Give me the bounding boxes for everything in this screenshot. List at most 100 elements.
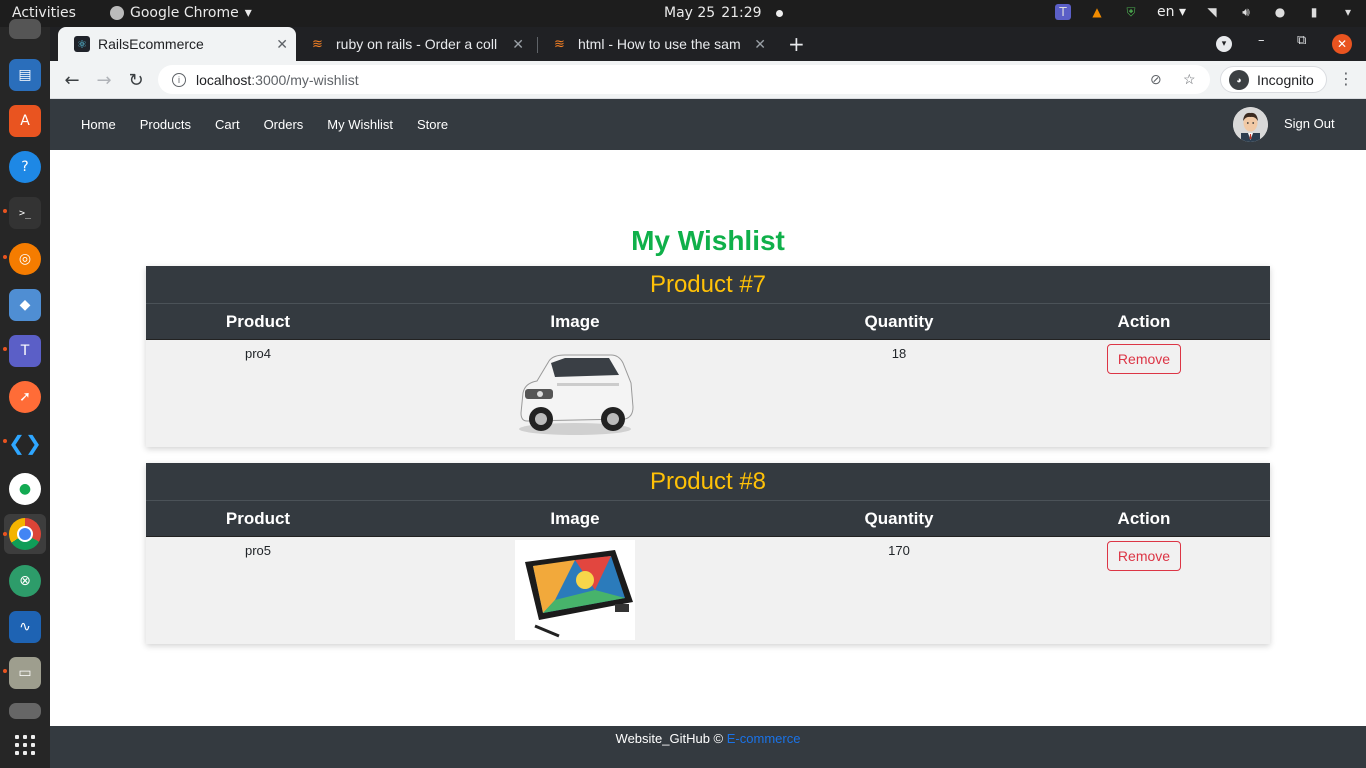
wishlist-card: Product #8 Product Image Quantity Action… [146, 463, 1270, 644]
postman-icon[interactable]: ◎ [9, 243, 41, 275]
chevron-down-icon: ▾ [244, 5, 252, 21]
reload-icon[interactable]: ↻ [124, 68, 148, 92]
maximize-icon[interactable]: ⧉ [1297, 33, 1306, 48]
dock-app-bottom-partial-icon[interactable] [9, 703, 41, 719]
vlc-tray-icon[interactable]: ▲ [1089, 4, 1105, 20]
virtualbox-icon[interactable]: ◆ [9, 289, 41, 321]
app-menu[interactable]: Google Chrome ▾ [110, 5, 252, 21]
incognito-label: Incognito [1257, 71, 1314, 88]
running-indicator [3, 255, 7, 259]
back-icon[interactable]: ← [60, 68, 84, 92]
table-row: pro5 170 Remove [146, 537, 1270, 644]
close-tab-icon[interactable]: ✕ [276, 36, 288, 53]
app-menu-label: Google Chrome [130, 5, 239, 21]
site-info-icon[interactable]: i [172, 72, 186, 87]
close-tab-icon[interactable]: ✕ [512, 36, 524, 53]
table-header: Product Image Quantity Action [146, 304, 1270, 340]
nav-my-wishlist[interactable]: My Wishlist [315, 117, 405, 132]
running-indicator [3, 209, 7, 213]
vscode-icon[interactable]: ❮❯ [8, 427, 42, 459]
sign-out-link[interactable]: Sign Out [1284, 116, 1335, 131]
footer-link[interactable]: E-commerce [727, 731, 801, 746]
chrome-menu-icon[interactable]: ⋮ [1338, 69, 1354, 88]
stackoverflow-icon: ≋ [312, 36, 323, 51]
nav-links: Home Products Cart Orders My Wishlist St… [69, 99, 460, 150]
remove-button[interactable]: Remove [1106, 541, 1182, 571]
minimize-icon[interactable]: – [1258, 33, 1265, 48]
react-icon: ⚛ [74, 36, 90, 52]
xampp-icon[interactable]: ⊗ [9, 565, 41, 597]
action-cell: Remove [1018, 340, 1270, 447]
volume-icon[interactable]: 🔊︎ [1238, 4, 1254, 20]
clock-time: 21:29 [721, 5, 762, 21]
url-host: localhost [196, 71, 252, 88]
car-image [515, 343, 635, 443]
table-header: Product Image Quantity Action [146, 501, 1270, 537]
dock-app-top-partial-icon[interactable] [9, 19, 41, 39]
action-cell: Remove [1018, 537, 1270, 644]
user-avatar[interactable] [1233, 107, 1268, 142]
wifi-icon[interactable]: ◥ [1204, 4, 1220, 20]
nav-products[interactable]: Products [128, 117, 203, 132]
incognito-icon: ◕ [1229, 69, 1249, 90]
tab-html-how-to[interactable]: ≋ html - How to use the sam ✕ [538, 27, 774, 61]
microphone-icon[interactable]: ● [1272, 4, 1288, 20]
tab-search-icon[interactable]: ▾ [1216, 36, 1232, 52]
nav-store[interactable]: Store [405, 117, 460, 132]
libreoffice-writer-icon[interactable]: ▤ [9, 59, 41, 91]
close-tab-icon[interactable]: ✕ [754, 36, 766, 53]
language-indicator[interactable]: en ▾ [1157, 4, 1186, 20]
chrome-toolbar: ← → ↻ i localhost:3000/my-wishlist ⊘ ☆ ◕… [50, 61, 1366, 99]
running-indicator [3, 439, 7, 443]
chevron-down-icon[interactable]: ▾ [1340, 4, 1356, 20]
product-heading: Product #8 [146, 463, 1270, 501]
remove-button[interactable]: Remove [1106, 344, 1182, 374]
google-chrome-icon[interactable] [9, 518, 41, 550]
help-icon[interactable]: ? [9, 151, 41, 183]
shield-tray-icon[interactable]: ⛨ [1123, 4, 1139, 20]
product-name: pro4 [244, 346, 272, 361]
nav-home[interactable]: Home [69, 117, 128, 132]
mongodb-compass-icon[interactable]: ● [9, 473, 41, 505]
ubuntu-dock: ▤ A ? >_ ◎ ◆ T ➚ ❮❯ ● ⊗ ∿ ▭ [0, 19, 51, 768]
product-image [370, 340, 780, 447]
nav-cart[interactable]: Cart [203, 117, 252, 132]
column-product: Product [225, 312, 291, 331]
column-image: Image [550, 509, 600, 528]
eye-off-icon[interactable]: ⊘ [1150, 71, 1162, 88]
notification-dot [775, 9, 783, 17]
table-row: pro4 18 Remove [146, 340, 1270, 447]
site-footer: Website_GitHub © E-commerce [50, 726, 1366, 768]
tab-title: html - How to use the sam [578, 36, 741, 52]
battery-icon[interactable]: ▮ [1306, 4, 1322, 20]
teams-tray-icon[interactable]: T [1055, 4, 1072, 20]
software-center-icon[interactable]: A [9, 105, 41, 137]
system-tray[interactable]: T ▲ ⛨ en ▾ ◥ 🔊︎ ● ▮ ▾ [1055, 4, 1356, 20]
forward-icon[interactable]: → [92, 68, 116, 92]
system-monitor-icon[interactable]: ∿ [9, 611, 41, 643]
incognito-badge[interactable]: ◕ Incognito [1220, 66, 1327, 93]
files-icon[interactable]: ▭ [9, 657, 41, 689]
nav-orders[interactable]: Orders [252, 117, 316, 132]
running-indicator [3, 347, 7, 351]
product-name: pro5 [244, 543, 272, 558]
running-indicator [3, 532, 7, 536]
tab-ruby-on-rails[interactable]: ≋ ruby on rails - Order a coll ✕ [296, 27, 532, 61]
new-tab-button[interactable]: + [788, 32, 805, 56]
tab-title: RailsEcommerce [98, 36, 204, 52]
terminal-icon[interactable]: >_ [9, 197, 41, 229]
wishlist-card: Product #7 Product Image Quantity Action… [146, 266, 1270, 447]
postman-send-icon[interactable]: ➚ [9, 381, 41, 413]
close-window-icon[interactable]: ✕ [1332, 34, 1352, 54]
tab-title: ruby on rails - Order a coll [336, 36, 498, 52]
column-product: Product [225, 509, 291, 528]
address-bar[interactable]: i localhost:3000/my-wishlist ⊘ ☆ [158, 65, 1210, 94]
clock[interactable]: May 25 21:29 [664, 5, 783, 21]
show-applications-icon[interactable] [15, 735, 35, 755]
tablet-image [515, 540, 635, 640]
tab-railsecommerce[interactable]: ⚛ RailsEcommerce ✕ [58, 27, 296, 61]
column-action: Action [1117, 312, 1171, 331]
column-quantity: Quantity [864, 509, 934, 528]
teams-icon[interactable]: T [9, 335, 41, 367]
bookmark-star-icon[interactable]: ☆ [1183, 71, 1196, 88]
